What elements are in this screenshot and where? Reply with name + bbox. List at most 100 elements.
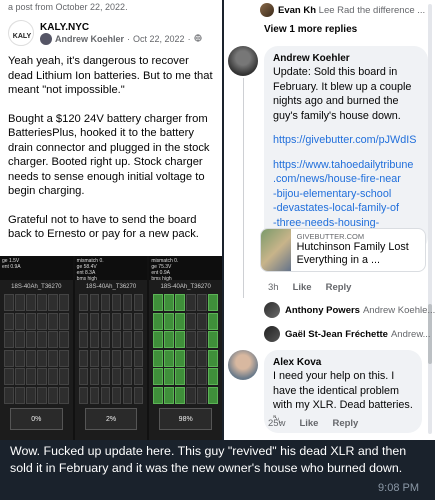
reply-button[interactable]: Reply xyxy=(332,418,358,429)
battery-cell xyxy=(186,386,196,404)
battery-cell xyxy=(153,349,163,367)
battery-cell xyxy=(197,331,207,348)
avatar xyxy=(260,3,274,17)
link-preview-image xyxy=(261,229,291,271)
comment-author: Andrew Koehler xyxy=(273,53,350,64)
bms-app-screenshots: ge 1.5V ent 0.9A 18S-40Ah_T36270 0% mismatc… xyxy=(0,256,222,440)
link-preview-source: GIVEBUTTER.COM xyxy=(296,232,365,241)
comment-time: 25w xyxy=(268,418,286,429)
battery-cell xyxy=(100,331,111,348)
author-name: Andrew Koehler xyxy=(55,33,125,44)
reply-text: Lee Rad the difference ... xyxy=(318,4,426,16)
cell-grid xyxy=(0,294,73,404)
battery-cell xyxy=(175,312,185,330)
author-avatar xyxy=(40,32,52,45)
battery-cell xyxy=(122,312,133,330)
battery-cell xyxy=(4,349,14,367)
comment-actions: 3h Like Reply xyxy=(268,282,351,293)
nested-reply-row[interactable]: Anthony Powers Andrew Koehle... xyxy=(264,302,435,318)
battery-cell xyxy=(59,312,69,330)
battery-cell xyxy=(48,312,58,330)
battery-cell xyxy=(175,368,185,385)
post-top-cut-text: a post from October 22, 2022. xyxy=(8,2,128,12)
battery-cell xyxy=(78,294,89,311)
cell-grid xyxy=(75,294,148,404)
givebutter-link[interactable]: https://givebutter.com/pJWdIS xyxy=(273,133,419,148)
top-reply-row[interactable]: Evan Kh Lee Rad the difference ... xyxy=(224,0,435,17)
scrollbar[interactable] xyxy=(428,4,432,434)
battery-cell xyxy=(37,386,47,404)
link-preview-card[interactable]: GIVEBUTTER.COM Hutchinson Family Lost Ev… xyxy=(260,228,426,272)
bms-phone-screen: ge 1.5V ent 0.9A 18S-40Ah_T36270 0% xyxy=(0,256,73,440)
tahoe-news-link-line: .com/news/house-fire-near xyxy=(273,173,401,185)
post-body: Yeah yeah, it's dangerous to recover dea… xyxy=(0,50,222,242)
reply-author: Evan Kh xyxy=(278,4,317,16)
battery-cell xyxy=(100,312,111,330)
battery-cell xyxy=(15,312,25,330)
comment-time: 3h xyxy=(268,282,279,293)
nested-reply-row[interactable]: Gaël St-Jean Fréchette Andrew... xyxy=(264,326,431,342)
reply-text: Andrew Koehle... xyxy=(362,304,435,316)
bms-phone-screen: mismatch 0. ge 58.4V ent 8.3A bms high 18… xyxy=(74,256,148,440)
message-caption: Wow. Fucked up update here. This guy "re… xyxy=(0,440,435,500)
comment-actions: 25w Like Reply xyxy=(268,418,358,429)
battery-cell xyxy=(15,386,25,404)
left-post-screenshot[interactable]: a post from October 22, 2022. KALY KALY.… xyxy=(0,0,222,440)
battery-cell xyxy=(197,368,207,385)
battery-cell xyxy=(37,349,47,367)
battery-cell xyxy=(78,331,89,348)
like-button[interactable]: Like xyxy=(299,418,318,429)
battery-cell xyxy=(48,331,58,348)
battery-cell xyxy=(164,331,174,348)
like-button[interactable]: Like xyxy=(293,282,312,293)
battery-cell xyxy=(133,331,144,348)
battery-cell xyxy=(78,386,89,404)
page-name: KALY.NYC xyxy=(40,21,90,33)
battery-cell xyxy=(208,368,218,385)
post-date: Oct 22, 2022 xyxy=(133,33,185,44)
battery-cell xyxy=(37,312,47,330)
battery-cell xyxy=(122,386,133,404)
tahoe-news-link-line: https://www.tahoedailytribune xyxy=(273,158,414,171)
post-meta: Andrew Koehler · Oct 22, 2022 · xyxy=(40,32,202,45)
battery-cell xyxy=(15,349,25,367)
battery-cell xyxy=(48,368,58,385)
battery-cell xyxy=(133,312,144,330)
battery-cell xyxy=(111,368,122,385)
battery-id: 18S-40Ah_T36270 xyxy=(11,284,62,290)
battery-cell xyxy=(175,349,185,367)
battery-cell xyxy=(153,331,163,348)
battery-cell xyxy=(15,294,25,311)
battery-cell xyxy=(175,386,185,404)
battery-cell xyxy=(37,331,47,348)
battery-cell xyxy=(59,331,69,348)
battery-cell xyxy=(78,312,89,330)
battery-cell xyxy=(186,368,196,385)
link-preview-text: GIVEBUTTER.COM Hutchinson Family Lost Ev… xyxy=(291,229,425,271)
battery-cell xyxy=(78,349,89,367)
battery-cell xyxy=(186,349,196,367)
post-paragraph: Grateful not to have to send the board b… xyxy=(8,213,199,241)
view-more-replies-link[interactable]: View 1 more replies xyxy=(264,24,357,35)
battery-cell xyxy=(26,331,36,348)
battery-cell xyxy=(153,312,163,330)
battery-cell xyxy=(164,294,174,311)
battery-cell xyxy=(122,349,133,367)
globe-icon xyxy=(193,33,202,44)
battery-cell xyxy=(100,386,111,404)
charge-percentage: 98% xyxy=(159,408,213,430)
right-comments-screenshot[interactable]: Evan Kh Lee Rad the difference ... View … xyxy=(224,0,435,440)
battery-cell xyxy=(197,386,207,404)
battery-cell xyxy=(4,386,14,404)
battery-cell xyxy=(133,386,144,404)
avatar xyxy=(264,302,280,318)
battery-cell xyxy=(78,368,89,385)
cell-grid xyxy=(149,294,222,404)
battery-cell xyxy=(100,294,111,311)
battery-cell xyxy=(89,386,100,404)
reply-button[interactable]: Reply xyxy=(326,282,352,293)
battery-cell xyxy=(48,349,58,367)
battery-cell xyxy=(133,368,144,385)
battery-cell xyxy=(197,294,207,311)
thread-line xyxy=(243,78,244,298)
